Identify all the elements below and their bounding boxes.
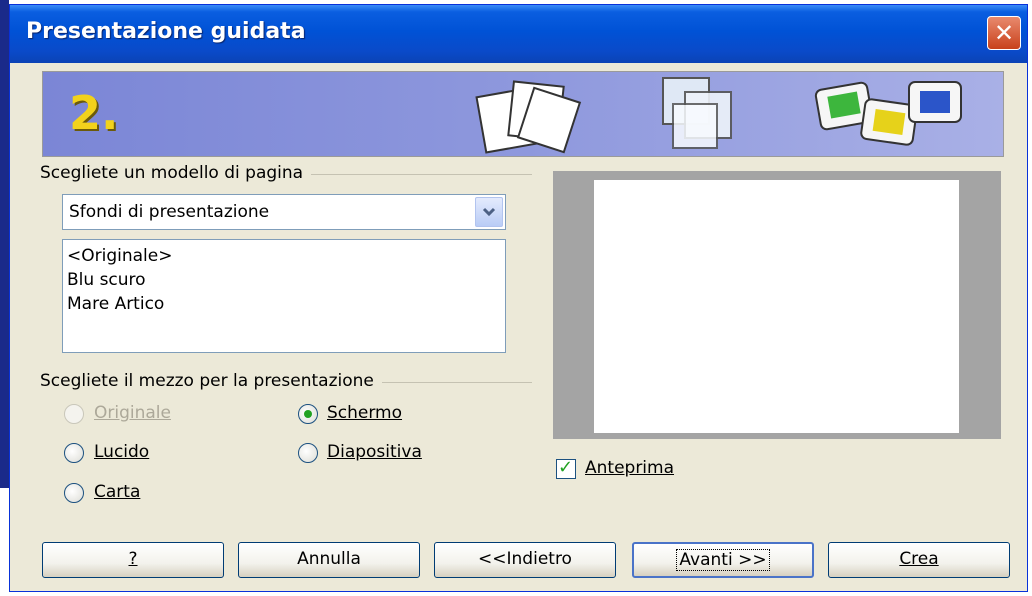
radio-lucido[interactable] — [64, 443, 84, 463]
preview-checkbox-label: Anteprima — [585, 458, 675, 478]
pages-icon — [475, 80, 582, 154]
radio-lucido-label: Lucido — [94, 442, 150, 462]
dialog-title: Presentazione guidata — [26, 19, 306, 44]
dropdown-button[interactable] — [475, 197, 503, 227]
cancel-button[interactable]: Annulla — [238, 542, 420, 578]
radio-diapositiva-label: Diapositiva — [327, 442, 422, 462]
radio-selected-dot — [304, 410, 312, 418]
template-category-value: Sfondi di presentazione — [69, 202, 270, 222]
preview-checkbox[interactable]: ✓ — [556, 457, 576, 479]
template-list-item[interactable]: Blu scuro — [67, 270, 146, 290]
title-bar[interactable]: Presentazione guidata ✕ — [10, 5, 1027, 63]
template-list-item[interactable]: Mare Artico — [67, 294, 164, 314]
step-number: 2. — [69, 86, 119, 140]
next-button[interactable]: Avanti >> — [632, 542, 814, 578]
layered-pages-icon — [662, 77, 732, 149]
radio-originale-label: Originale — [94, 403, 171, 423]
step-banner: 2. — [42, 71, 1004, 157]
slides-icon — [814, 81, 962, 146]
radio-carta-label: Carta — [94, 482, 141, 502]
banner-graphic — [475, 77, 962, 154]
create-button[interactable]: Crea — [828, 542, 1010, 578]
radio-schermo[interactable] — [298, 404, 318, 424]
close-button[interactable]: ✕ — [987, 16, 1021, 50]
radio-diapositiva[interactable] — [298, 443, 318, 463]
template-section-label: Scegliete un modello di pagina — [40, 163, 312, 183]
template-list-item[interactable]: <Originale> — [67, 246, 172, 266]
medium-section-label: Scegliete il mezzo per la presentazione — [40, 371, 382, 391]
radio-originale[interactable] — [64, 404, 84, 424]
template-category-dropdown[interactable]: Sfondi di presentazione — [62, 194, 506, 230]
wizard-dialog: Presentazione guidata ✕ 2. Scegliete un … — [9, 4, 1028, 592]
radio-carta[interactable] — [64, 483, 84, 503]
preview-page — [594, 180, 959, 433]
background-window-edge — [0, 0, 9, 488]
close-icon: ✕ — [993, 19, 1015, 47]
checkmark-icon: ✓ — [558, 457, 574, 478]
preview-panel — [553, 171, 1001, 439]
radio-schermo-label: Schermo — [327, 403, 403, 423]
back-button[interactable]: <<Indietro — [434, 542, 616, 578]
template-list[interactable]: <Originale> Blu scuro Mare Artico — [62, 239, 506, 353]
chevron-down-icon — [482, 207, 496, 217]
help-button[interactable]: ? — [42, 542, 224, 578]
